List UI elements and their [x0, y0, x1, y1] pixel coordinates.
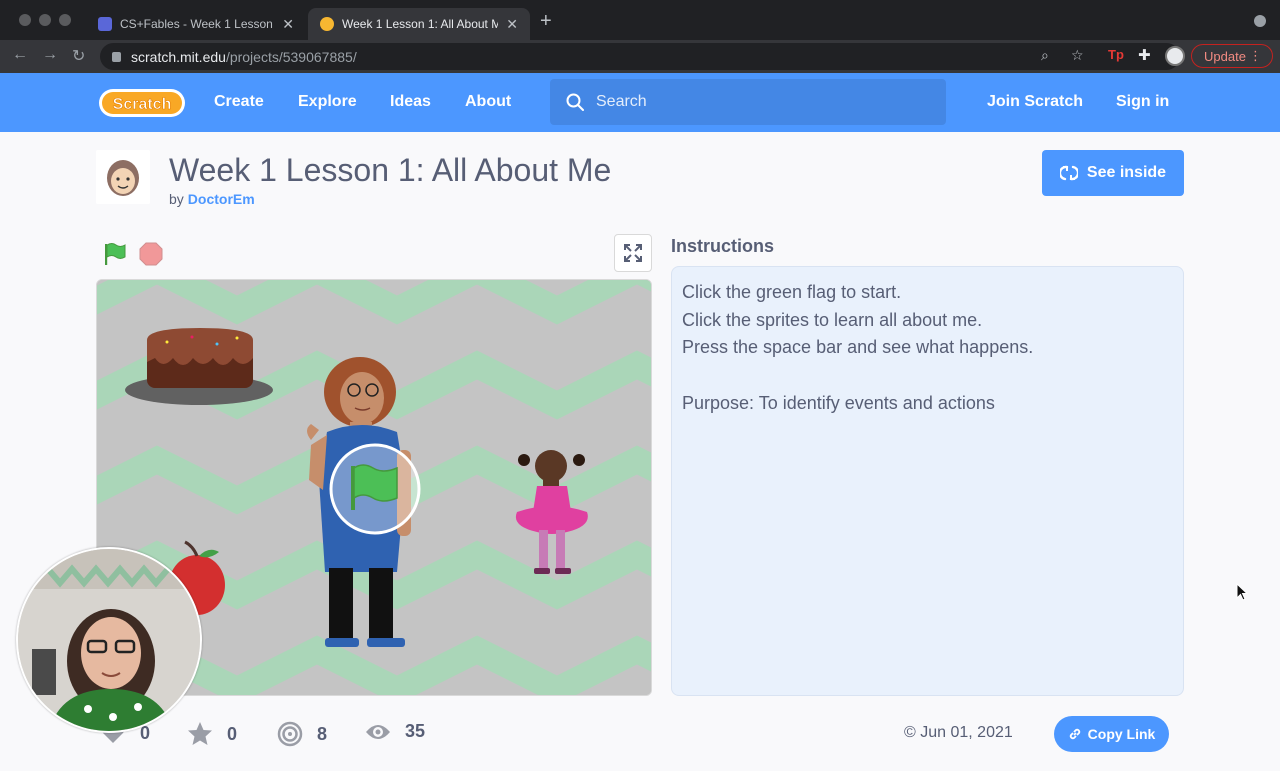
tab-search-icon[interactable] — [1254, 15, 1266, 27]
see-inside-button[interactable]: See inside — [1042, 150, 1184, 196]
close-tab-icon[interactable]: ✕ — [282, 16, 294, 33]
instructions-line — [682, 362, 1173, 390]
eye-icon — [366, 724, 390, 739]
calendar-favicon-icon — [98, 17, 112, 31]
forward-icon[interactable]: → — [42, 46, 58, 64]
green-flag-icon[interactable] — [103, 242, 127, 266]
window-close-button[interactable] — [19, 14, 31, 26]
scratch-logo[interactable]: Scratch — [98, 86, 186, 120]
browser-tab-bar: CS+Fables - Week 1 Lesson 2 ✕ Week 1 Les… — [0, 0, 1280, 40]
extension-tp-icon[interactable]: Tp — [1108, 47, 1124, 62]
instructions-line: Press the space bar and see what happens… — [682, 337, 1034, 358]
url-host: scratch.mit.edu — [131, 48, 226, 65]
see-inside-label: See inside — [1086, 164, 1167, 181]
presenter-video — [18, 549, 200, 731]
update-button[interactable]: Update ⋮ — [1191, 44, 1273, 68]
close-tab-icon[interactable]: ✕ — [506, 16, 518, 33]
mouse-cursor-icon — [1236, 583, 1248, 601]
webcam-overlay — [16, 547, 202, 733]
lock-icon — [112, 51, 121, 62]
browser-tab-inactive[interactable]: CS+Fables - Week 1 Lesson 2 ✕ — [86, 8, 306, 40]
nav-create-link[interactable]: Create — [214, 93, 264, 111]
search-icon — [566, 93, 584, 111]
browser-toolbar: ← → ↻ scratch.mit.edu/projects/539067885… — [0, 40, 1280, 73]
window-zoom-button[interactable] — [59, 14, 71, 26]
author-link[interactable]: DoctorEm — [188, 191, 255, 207]
copy-link-button[interactable]: Copy Link — [1054, 716, 1169, 752]
fullscreen-button[interactable] — [614, 234, 652, 272]
copyright-icon: © — [904, 724, 916, 741]
tab-title: CS+Fables - Week 1 Lesson 2 — [120, 17, 275, 31]
zoom-icon[interactable]: ⌕ — [1041, 47, 1049, 64]
tab-title: Week 1 Lesson 1: All About Me — [342, 17, 499, 31]
search-box[interactable] — [550, 79, 946, 125]
share-date-text: Jun 01, 2021 — [920, 724, 1013, 741]
url-path: /projects/539067885/ — [225, 48, 357, 65]
remix-count: 8 — [317, 723, 328, 744]
stage-green-flag-overlay[interactable] — [329, 443, 421, 535]
sign-in-link[interactable]: Sign in — [1116, 93, 1169, 111]
cake-sprite[interactable] — [125, 328, 273, 405]
profile-avatar[interactable] — [1165, 46, 1185, 66]
project-byline: by DoctorEm — [169, 191, 255, 207]
star-icon — [188, 722, 212, 745]
search-input[interactable] — [596, 93, 936, 111]
project-title: Week 1 Lesson 1: All About Me — [169, 152, 612, 188]
instructions-line: Click the green flag to start. — [682, 282, 902, 302]
author-avatar[interactable] — [96, 150, 150, 204]
link-icon — [1069, 728, 1080, 740]
browser-tab-active[interactable]: Week 1 Lesson 1: All About Me ✕ — [308, 8, 530, 40]
update-label: Update — [1204, 48, 1246, 64]
back-icon[interactable]: ← — [12, 46, 28, 64]
more-menu-icon[interactable]: ⋮ — [1249, 48, 1262, 64]
window-minimize-button[interactable] — [39, 14, 51, 26]
new-tab-icon[interactable]: + — [540, 10, 552, 33]
instructions-line: Click the sprites to learn all about me. — [682, 309, 983, 330]
view-count: 35 — [405, 721, 426, 741]
see-inside-icon — [1059, 165, 1078, 181]
address-bar[interactable]: scratch.mit.edu/projects/539067885/ — [100, 43, 1180, 70]
by-label: by — [169, 191, 184, 207]
instructions-box: Click the green flag to start. Click the… — [671, 266, 1184, 696]
bookmark-star-icon[interactable]: ☆ — [1071, 47, 1084, 64]
favorite-count: 0 — [227, 723, 238, 744]
instructions-line: Purpose: To identify events and actions — [682, 392, 995, 413]
instructions-heading: Instructions — [671, 236, 775, 256]
scratch-navbar: Scratch Create Explore Ideas About Join … — [0, 73, 1280, 132]
fullscreen-icon — [624, 244, 642, 262]
share-date: © Jun 01, 2021 — [904, 724, 1013, 742]
stop-icon[interactable] — [139, 242, 163, 266]
reload-icon[interactable]: ↻ — [72, 46, 85, 66]
copy-link-label: Copy Link — [1087, 726, 1156, 742]
join-scratch-link[interactable]: Join Scratch — [987, 93, 1083, 111]
remix-stat: 8 — [277, 721, 327, 747]
favorite-stat[interactable]: 0 — [187, 721, 237, 747]
remix-icon — [277, 721, 303, 747]
nav-about-link[interactable]: About — [465, 93, 511, 111]
extensions-puzzle-icon[interactable]: ✚ — [1138, 46, 1151, 64]
nav-ideas-link[interactable]: Ideas — [390, 93, 431, 111]
scratch-favicon-icon — [320, 17, 334, 31]
view-stat: 35 — [365, 721, 425, 742]
logo-text: Scratch — [113, 96, 172, 113]
nav-explore-link[interactable]: Explore — [298, 93, 357, 111]
